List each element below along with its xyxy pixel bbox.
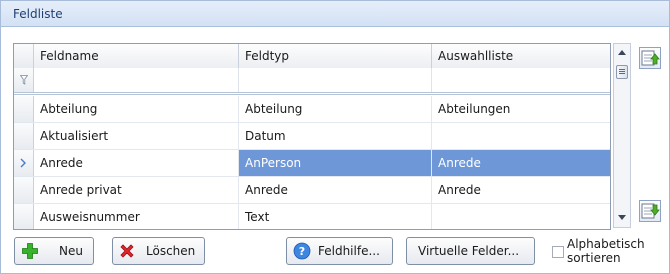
field-grid[interactable]: Feldname Feldtyp Auswahlliste Abteilung …: [13, 43, 611, 230]
table-row[interactable]: Ausweisnummer Text: [14, 204, 610, 229]
cell-auswahlliste[interactable]: Anrede: [432, 150, 610, 176]
delete-button-label: Löschen: [146, 244, 196, 258]
cell-feldname[interactable]: Anrede: [34, 150, 239, 176]
cell-auswahlliste[interactable]: [432, 123, 610, 149]
new-button-label: Neu: [59, 244, 83, 258]
filter-icon: [20, 75, 28, 85]
grid-header: Feldname Feldtyp Auswahlliste: [14, 44, 610, 69]
grid-vertical-scrollbar[interactable]: [613, 43, 631, 228]
scrollbar-thumb[interactable]: [616, 65, 628, 79]
move-down-button[interactable]: [639, 200, 661, 222]
delete-button[interactable]: Löschen: [112, 237, 205, 265]
cell-feldname[interactable]: Ausweisnummer: [34, 204, 239, 229]
virtual-fields-button[interactable]: Virtuelle Felder...: [406, 237, 535, 265]
cell-feldtyp[interactable]: Abteilung: [239, 96, 432, 122]
scroll-up-arrow-icon[interactable]: [615, 46, 629, 60]
cell-feldtyp[interactable]: AnPerson: [239, 150, 432, 176]
field-help-button-label: Feldhilfe...: [318, 244, 380, 258]
cell-auswahlliste[interactable]: Abteilungen: [432, 96, 610, 122]
move-down-icon: [641, 203, 660, 219]
panel-header: Feldliste: [1, 1, 669, 27]
virtual-fields-button-label: Virtuelle Felder...: [418, 244, 520, 258]
cell-auswahlliste[interactable]: Anrede: [432, 177, 610, 203]
field-list-panel: Feldliste Feldname Feldtyp Auswahlliste …: [0, 0, 670, 274]
current-row-arrow-icon: [20, 158, 26, 168]
filter-cell-auswahlliste[interactable]: [432, 68, 610, 92]
panel-title: Feldliste: [13, 7, 63, 21]
cell-feldname[interactable]: Aktualisiert: [34, 123, 239, 149]
cell-auswahlliste[interactable]: [432, 204, 610, 229]
move-up-button[interactable]: [639, 47, 661, 69]
table-row[interactable]: Anrede privat Anrede Anrede: [14, 177, 610, 204]
table-row[interactable]: Aktualisiert Datum: [14, 123, 610, 150]
cell-feldtyp[interactable]: Datum: [239, 123, 432, 149]
row-indicator[interactable]: [14, 150, 34, 176]
filter-cell-feldtyp[interactable]: [239, 68, 432, 92]
cell-feldname[interactable]: Anrede privat: [34, 177, 239, 203]
field-help-button[interactable]: ? Feldhilfe...: [286, 237, 393, 265]
row-indicator[interactable]: [14, 204, 34, 229]
x-icon: [120, 244, 134, 258]
alphabetical-sort-label[interactable]: Alphabetisch sortieren: [567, 237, 667, 265]
filter-cell-feldname[interactable]: [34, 68, 239, 92]
cell-feldtyp[interactable]: Anrede: [239, 177, 432, 203]
column-header-feldtyp[interactable]: Feldtyp: [239, 44, 432, 68]
grip-icon: [619, 69, 625, 74]
column-header-feldname[interactable]: Feldname: [34, 44, 239, 68]
table-row-selected[interactable]: Anrede AnPerson Anrede: [14, 150, 610, 177]
row-indicator[interactable]: [14, 177, 34, 203]
row-indicator[interactable]: [14, 123, 34, 149]
column-header-auswahlliste[interactable]: Auswahlliste: [432, 44, 610, 68]
plus-icon: [22, 243, 38, 259]
question-icon: ?: [293, 242, 311, 260]
table-row[interactable]: Abteilung Abteilung Abteilungen: [14, 96, 610, 123]
new-button[interactable]: Neu: [14, 237, 94, 265]
move-up-icon: [641, 50, 660, 66]
filter-row[interactable]: [14, 68, 610, 95]
row-indicator[interactable]: [14, 96, 34, 122]
svg-text:?: ?: [299, 245, 305, 258]
filter-indicator-cell: [14, 68, 34, 92]
alphabetical-sort-checkbox[interactable]: [552, 246, 564, 258]
cell-feldtyp[interactable]: Text: [239, 204, 432, 229]
scroll-down-arrow-icon[interactable]: [615, 210, 629, 224]
cell-feldname[interactable]: Abteilung: [34, 96, 239, 122]
header-indicator-cell: [14, 44, 34, 68]
